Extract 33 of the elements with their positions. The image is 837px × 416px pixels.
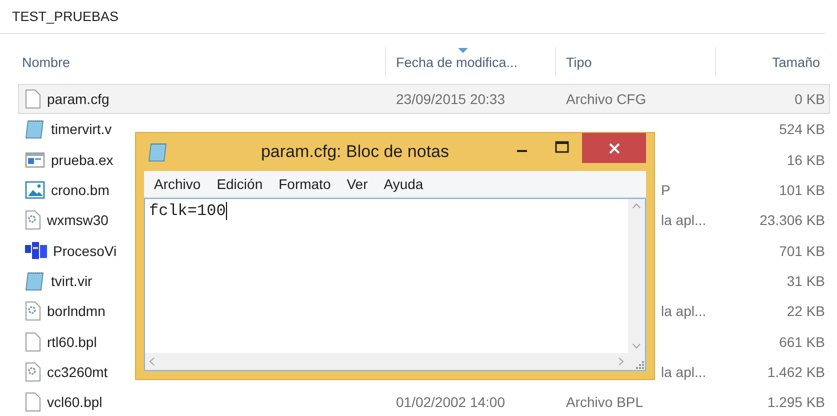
file-name: rtl60.bpl bbox=[47, 334, 97, 350]
file-name: cc3260mt bbox=[47, 364, 108, 380]
file-name: tvirt.vir bbox=[51, 272, 92, 289]
file-type: la apl... bbox=[661, 303, 706, 320]
window-title: param.cfg: Bloc de notas bbox=[260, 142, 450, 162]
file-name: crono.bm bbox=[51, 182, 110, 198]
file-size: 1.295 KB bbox=[766, 394, 826, 410]
text-content: fclk=100 bbox=[149, 202, 226, 220]
file-type: la apl... bbox=[661, 364, 706, 380]
file-name: borlndmn bbox=[47, 303, 106, 320]
file-size: 22 KB bbox=[786, 303, 826, 320]
file-type: P bbox=[661, 182, 670, 198]
file-size: 31 KB bbox=[786, 272, 826, 289]
file-size: 661 KB bbox=[778, 334, 826, 350]
folder-title: TEST_PRUEBAS bbox=[0, 0, 825, 34]
file-size: 524 KB bbox=[778, 121, 826, 138]
file-size: 23.306 KB bbox=[758, 212, 826, 228]
file-size: 701 KB bbox=[778, 242, 826, 259]
file-name: ProcesoVi bbox=[53, 242, 117, 259]
file-type: Archivo BPL bbox=[566, 394, 644, 410]
file-name: prueba.ex bbox=[51, 152, 114, 168]
file-date: 23/09/2015 20:33 bbox=[396, 91, 505, 108]
file-type: la apl... bbox=[661, 212, 706, 228]
file-name: vcl60.bpl bbox=[47, 394, 102, 410]
file-size: 101 KB bbox=[778, 182, 826, 198]
file-name: wxmsw30 bbox=[47, 212, 108, 228]
file-size: 0 KB bbox=[794, 91, 826, 108]
file-name: param.cfg bbox=[47, 91, 110, 108]
file-type: Archivo CFG bbox=[566, 91, 646, 108]
file-name: timervirt.v bbox=[51, 121, 112, 138]
file-size: 16 KB bbox=[786, 152, 826, 168]
file-date: 01/02/2002 14:00 bbox=[396, 394, 505, 410]
file-size: 1.462 KB bbox=[766, 364, 826, 380]
